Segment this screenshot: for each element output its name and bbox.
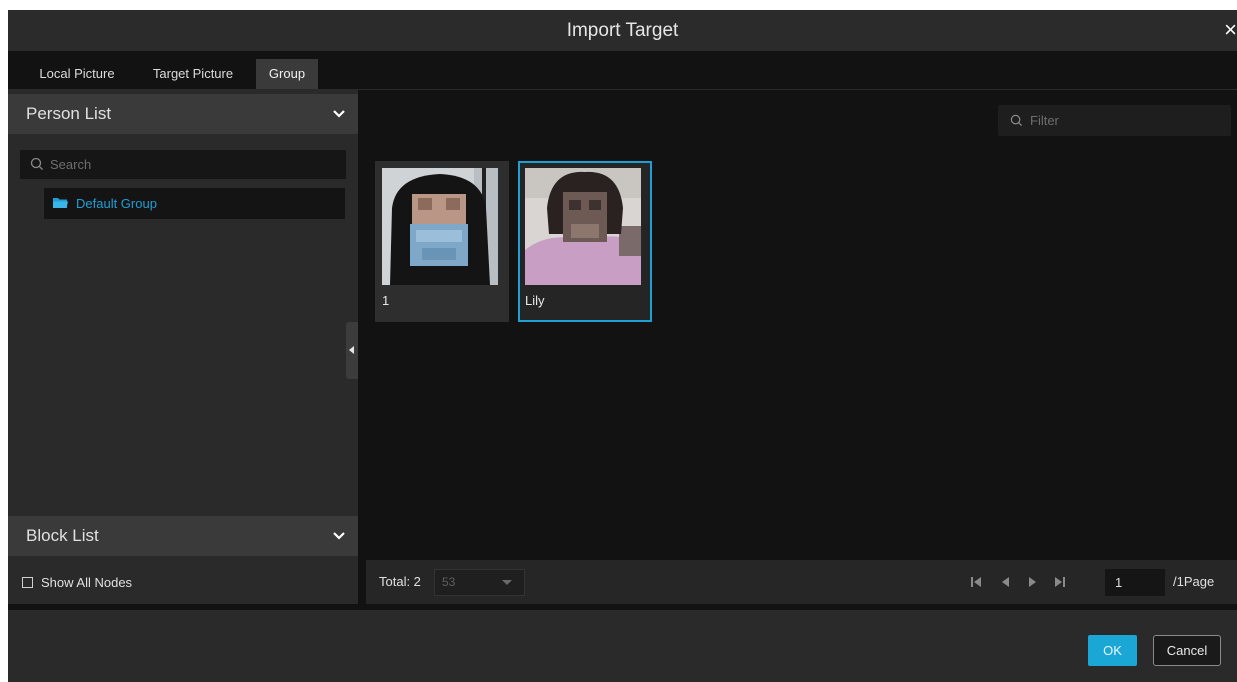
person-list-label: Person List: [26, 104, 112, 123]
show-all-nodes-checkbox[interactable]: [22, 577, 33, 588]
chevron-down-icon: [333, 110, 345, 118]
tab-bar: Local Picture Target Picture Group: [8, 51, 1237, 89]
cancel-button[interactable]: Cancel: [1153, 635, 1221, 666]
first-page-icon[interactable]: [970, 575, 982, 589]
filter-box: [998, 105, 1231, 136]
group-sidebar: Person List Default Group Block List: [8, 90, 358, 604]
tab-local-picture[interactable]: Local Picture: [30, 59, 124, 89]
target-photo: [382, 168, 498, 285]
person-list-header[interactable]: Person List: [8, 94, 358, 134]
show-all-nodes-label: Show All Nodes: [41, 575, 133, 590]
group-item-default[interactable]: Default Group: [44, 188, 345, 219]
previous-page-icon[interactable]: [999, 575, 1011, 589]
close-button[interactable]: ×: [1221, 19, 1237, 41]
target-name: Lily: [525, 293, 545, 308]
title-bar: Import Target ×: [8, 10, 1237, 51]
tab-target-picture[interactable]: Target Picture: [140, 59, 246, 89]
total-pages-label: /1Page: [1173, 574, 1215, 589]
chevron-down-icon: [333, 532, 345, 540]
total-count: Total: 2: [379, 574, 421, 589]
search-icon: [1010, 114, 1023, 127]
import-target-dialog: Import Target × Local Picture Target Pic…: [8, 10, 1237, 682]
person-search-input[interactable]: [50, 150, 340, 179]
dialog-title: Import Target: [566, 20, 679, 41]
pagination-bar: Total: 2 53 /1Page: [366, 560, 1237, 604]
target-card[interactable]: 1: [375, 161, 509, 322]
page-number-input[interactable]: [1105, 569, 1165, 596]
show-all-nodes-row: Show All Nodes: [8, 560, 358, 604]
dropdown-arrow-icon: [502, 580, 512, 585]
target-photo: [525, 168, 641, 285]
ok-button[interactable]: OK: [1088, 635, 1137, 666]
group-item-label: Default Group: [76, 196, 157, 211]
filter-input[interactable]: [1030, 105, 1220, 136]
page-size-select[interactable]: 53: [434, 569, 525, 596]
block-list-header[interactable]: Block List: [8, 516, 358, 556]
next-page-icon[interactable]: [1027, 575, 1039, 589]
dialog-footer: [8, 610, 1237, 682]
search-icon: [30, 157, 43, 170]
target-card[interactable]: Lily: [518, 161, 652, 322]
person-search-box: [20, 150, 346, 179]
collapse-left-icon: [349, 346, 354, 354]
last-page-icon[interactable]: [1054, 575, 1066, 589]
block-list-label: Block List: [26, 526, 99, 545]
target-name: 1: [382, 293, 390, 308]
tab-group[interactable]: Group: [256, 59, 318, 89]
sidebar-collapse-handle[interactable]: [346, 322, 358, 379]
folder-icon: [53, 198, 68, 208]
page-size-value: 53: [442, 575, 456, 589]
